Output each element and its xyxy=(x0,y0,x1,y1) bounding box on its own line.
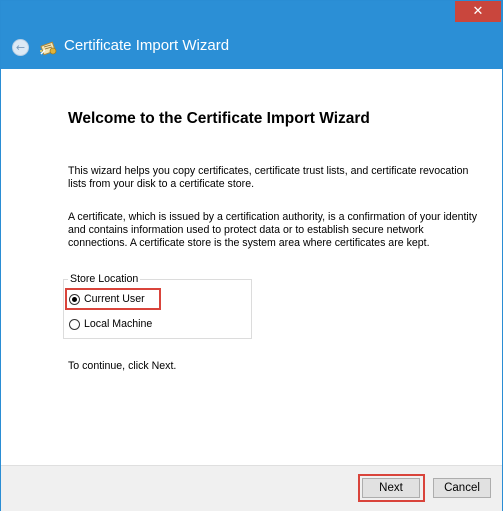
button-bar: Next Cancel xyxy=(1,465,502,511)
page-heading: Welcome to the Certificate Import Wizard xyxy=(68,110,370,127)
back-arrow-icon: ← xyxy=(15,41,26,54)
certificate-description-paragraph: A certificate, which is issued by a cert… xyxy=(68,211,478,249)
back-button[interactable]: ← xyxy=(12,39,29,56)
wizard-content: Welcome to the Certificate Import Wizard… xyxy=(1,69,502,465)
current-user-option[interactable]: Current User xyxy=(69,290,145,308)
local-machine-option[interactable]: Local Machine xyxy=(69,315,152,333)
close-icon: ✕ xyxy=(472,4,484,19)
intro-paragraph: This wizard helps you copy certificates,… xyxy=(68,165,469,190)
close-button[interactable]: ✕ xyxy=(455,1,501,22)
store-location-legend: Store Location xyxy=(70,273,139,285)
continue-instruction: To continue, click Next. xyxy=(68,360,177,372)
local-machine-label: Local Machine xyxy=(84,318,153,330)
wizard-window: ✕ ← Certificate Import Wizard Welcome to… xyxy=(0,0,503,511)
cancel-button[interactable]: Cancel xyxy=(433,478,491,498)
current-user-label: Current User xyxy=(84,293,145,305)
radio-selected-dot xyxy=(72,296,77,302)
wizard-title: Certificate Import Wizard xyxy=(64,37,230,54)
next-button[interactable]: Next xyxy=(362,478,420,498)
certificate-wizard-icon xyxy=(40,41,57,56)
local-machine-radio[interactable] xyxy=(69,318,80,330)
current-user-radio[interactable] xyxy=(69,293,80,305)
title-bar: ✕ ← Certificate Import Wizard xyxy=(1,1,502,69)
